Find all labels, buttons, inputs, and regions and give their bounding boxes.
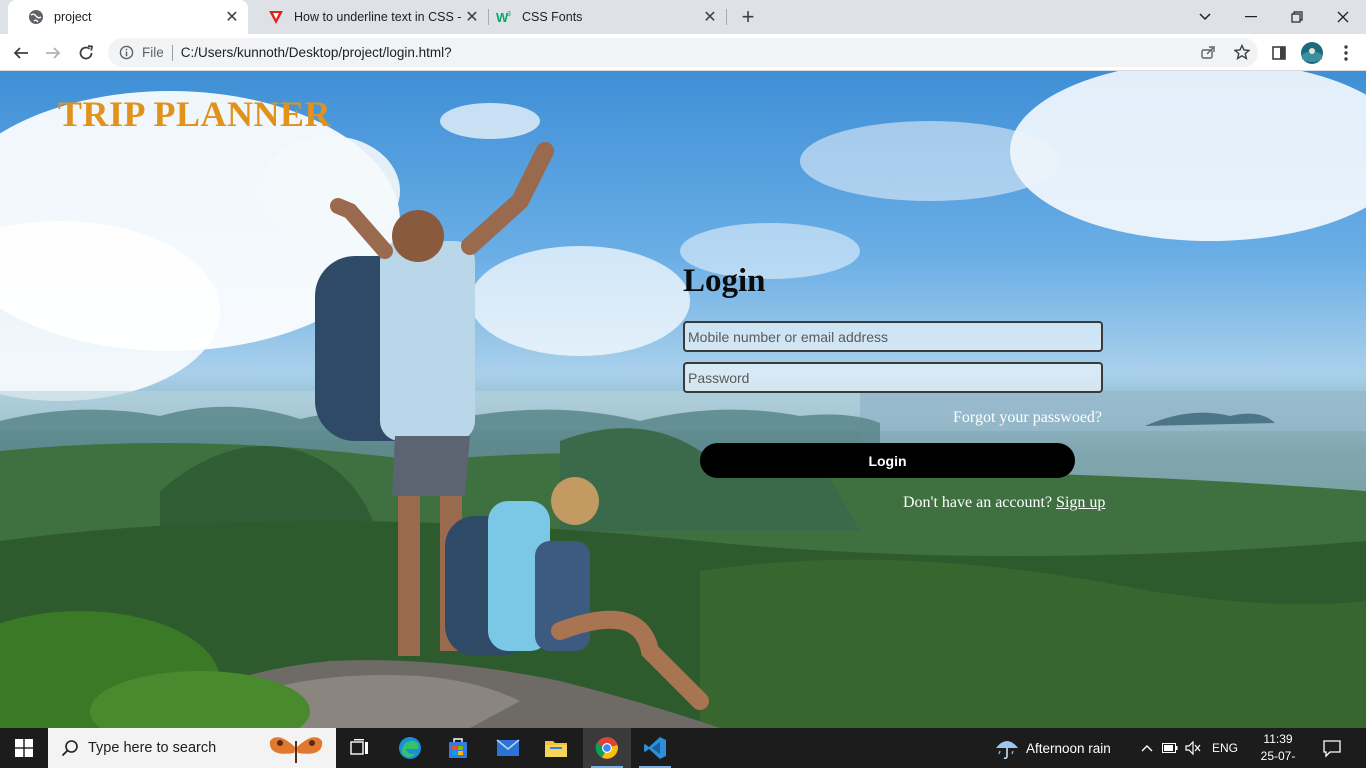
task-view-icon [350, 739, 368, 755]
mail-icon [496, 739, 520, 756]
login-heading: Login [683, 263, 766, 299]
restore-icon [1291, 11, 1303, 23]
search-placeholder: Type here to search [88, 740, 217, 756]
tab-strip: project ✕ How to underline text in CSS -… [0, 0, 1366, 34]
signup-prompt-row: Don't have an account? Sign up [903, 494, 1105, 512]
weather-text: Afternoon rain [1026, 740, 1111, 756]
vscode-app[interactable] [631, 728, 679, 768]
login-page: TRIP PLANNER Login Forgot your passwoed?… [0, 71, 1366, 728]
minimize-icon [1245, 16, 1257, 18]
share-icon[interactable] [1200, 44, 1216, 65]
forgot-password-link[interactable]: Forgot your passwoed? [953, 409, 1102, 427]
close-icon[interactable]: ✕ [702, 9, 718, 26]
forward-button[interactable] [39, 39, 67, 67]
battery-icon[interactable] [1162, 740, 1178, 756]
arrow-right-icon [46, 47, 61, 59]
globe-icon [28, 9, 44, 25]
mountain-landscape-background [0, 71, 1366, 728]
tab-divider [726, 9, 727, 25]
url-text[interactable]: C:/Users/kunnoth/Desktop/project/login.h… [181, 45, 452, 60]
tab-css-fonts[interactable]: W3 CSS Fonts ✕ [476, 0, 726, 34]
tab-title: project [54, 10, 92, 24]
tab-search-button[interactable] [1182, 0, 1228, 34]
svg-text:3: 3 [507, 11, 511, 18]
reload-button[interactable] [72, 39, 100, 67]
chrome-app[interactable] [583, 728, 631, 768]
vscode-icon [644, 737, 666, 759]
tab-project[interactable]: project ✕ [8, 0, 248, 34]
back-button[interactable] [7, 39, 35, 67]
weather-widget[interactable]: Afternoon rain [994, 728, 1111, 768]
store-app[interactable] [434, 728, 482, 768]
close-icon [1337, 11, 1349, 23]
login-button[interactable]: Login [700, 443, 1075, 478]
menu-button[interactable] [1332, 39, 1360, 67]
tab-underline-css[interactable]: How to underline text in CSS - ja ✕ [248, 0, 488, 34]
address-bar[interactable]: File C:/Users/kunnoth/Desktop/project/lo… [108, 38, 1258, 67]
address-divider [171, 44, 173, 61]
new-tab-button[interactable]: + [736, 4, 760, 29]
w3schools-icon: W3 [496, 9, 512, 25]
store-icon [449, 738, 467, 758]
brand-logo: TRIP PLANNER [58, 94, 332, 134]
search-highlight-moth-icon [268, 731, 324, 768]
chrome-icon [595, 737, 618, 759]
restore-button[interactable] [1274, 0, 1320, 34]
windows-logo-icon [15, 739, 33, 757]
side-panel-icon [1272, 46, 1286, 60]
notification-icon[interactable] [1322, 738, 1342, 758]
more-vert-icon [1344, 45, 1348, 61]
close-icon[interactable]: ✕ [224, 9, 240, 26]
minimize-button[interactable] [1228, 0, 1274, 34]
bookmark-star-icon[interactable] [1233, 43, 1251, 65]
chevron-up-icon[interactable] [1139, 740, 1155, 756]
browser-toolbar: File C:/Users/kunnoth/Desktop/project/lo… [0, 34, 1366, 71]
clock-time: 11:39 [1263, 732, 1293, 746]
taskbar-search-box[interactable]: Type here to search [48, 728, 336, 768]
task-view-button[interactable] [336, 728, 384, 768]
mail-app[interactable] [484, 728, 532, 768]
avatar [1301, 42, 1323, 64]
file-explorer-app[interactable] [532, 728, 580, 768]
edge-app[interactable] [386, 728, 434, 768]
password-input[interactable] [683, 362, 1103, 393]
tab-title: How to underline text in CSS - ja [294, 10, 464, 24]
chevron-down-icon [1199, 13, 1211, 21]
search-icon [60, 738, 80, 758]
rain-umbrella-icon [996, 741, 1018, 760]
site-logo-icon [268, 9, 284, 25]
info-icon[interactable] [118, 45, 134, 61]
username-input[interactable] [683, 321, 1103, 352]
close-window-button[interactable] [1320, 0, 1366, 34]
reload-icon [79, 45, 94, 60]
signup-link[interactable]: Sign up [1056, 494, 1105, 511]
profile-button[interactable] [1298, 39, 1326, 67]
signup-prompt-text: Don't have an account? [903, 494, 1053, 511]
folder-icon [545, 741, 567, 757]
arrow-left-icon [13, 47, 28, 59]
start-button[interactable] [0, 728, 48, 768]
scheme-label: File [142, 45, 164, 60]
language-indicator[interactable]: ENG [1212, 728, 1238, 768]
volume-muted-icon[interactable] [1185, 740, 1201, 756]
clock-date: 25-07-2023 [1260, 749, 1296, 768]
clock[interactable]: 11:39 25-07-2023 [1248, 731, 1308, 768]
taskbar: Type here to search Afternoon rain ENG 1… [0, 728, 1366, 768]
side-panel-button[interactable] [1265, 39, 1293, 67]
edge-icon [399, 737, 421, 759]
tab-title: CSS Fonts [522, 10, 583, 24]
